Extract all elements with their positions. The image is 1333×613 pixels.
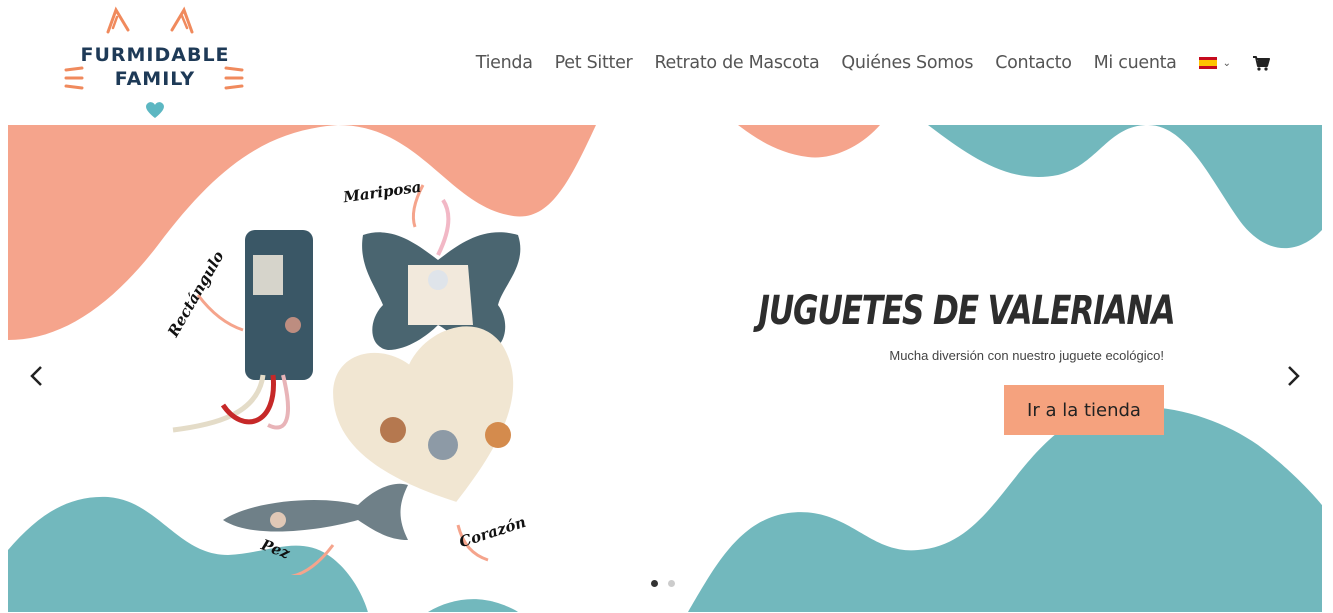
cart-icon[interactable] (1253, 55, 1270, 71)
slider-prev-arrow-icon[interactable] (24, 361, 48, 391)
slide-subtitle: Mucha diversión con nuestro juguete ecol… (889, 348, 1164, 363)
slide-caption: Juguetes de Valeriana Mucha diversión co… (644, 288, 1175, 363)
nav-item-pet-sitter[interactable]: Pet Sitter (555, 53, 633, 73)
slider-next-arrow-icon[interactable] (1282, 361, 1306, 391)
nav-item-quienes-somos[interactable]: Quiénes Somos (841, 53, 973, 73)
main-nav: Tienda Pet Sitter Retrato de Mascota Qui… (476, 50, 1270, 76)
product-image-valerian-toys: Mariposa Rectángulo Corazón Pez (153, 175, 573, 579)
language-switcher[interactable]: ⌄ (1198, 57, 1231, 69)
site-header: FURMIDABLE FAMILY Tienda Pet Sitter Retr… (0, 0, 1333, 125)
go-to-shop-button[interactable]: Ir a la tienda (1004, 385, 1164, 435)
slider-dot-2[interactable] (668, 580, 675, 587)
slider-dot-1[interactable] (651, 580, 658, 587)
nav-item-mi-cuenta[interactable]: Mi cuenta (1094, 53, 1177, 73)
chevron-down-icon: ⌄ (1222, 57, 1231, 69)
nav-item-contacto[interactable]: Contacto (995, 53, 1072, 73)
spain-flag-icon (1198, 57, 1217, 69)
logo-text-line1: FURMIDABLE (80, 44, 230, 66)
nav-item-tienda[interactable]: Tienda (476, 53, 533, 73)
slide-title: Juguetes de Valeriana (758, 288, 1175, 334)
slider-pagination (651, 580, 675, 587)
logo-text-line2: FAMILY (114, 68, 196, 90)
logo[interactable]: FURMIDABLE FAMILY (60, 4, 250, 122)
nav-item-retrato-de-mascota[interactable]: Retrato de Mascota (654, 53, 819, 73)
toy-illustration (172, 184, 521, 579)
hero-slider: Mariposa Rectángulo Corazón Pez Juguetes… (8, 125, 1322, 612)
